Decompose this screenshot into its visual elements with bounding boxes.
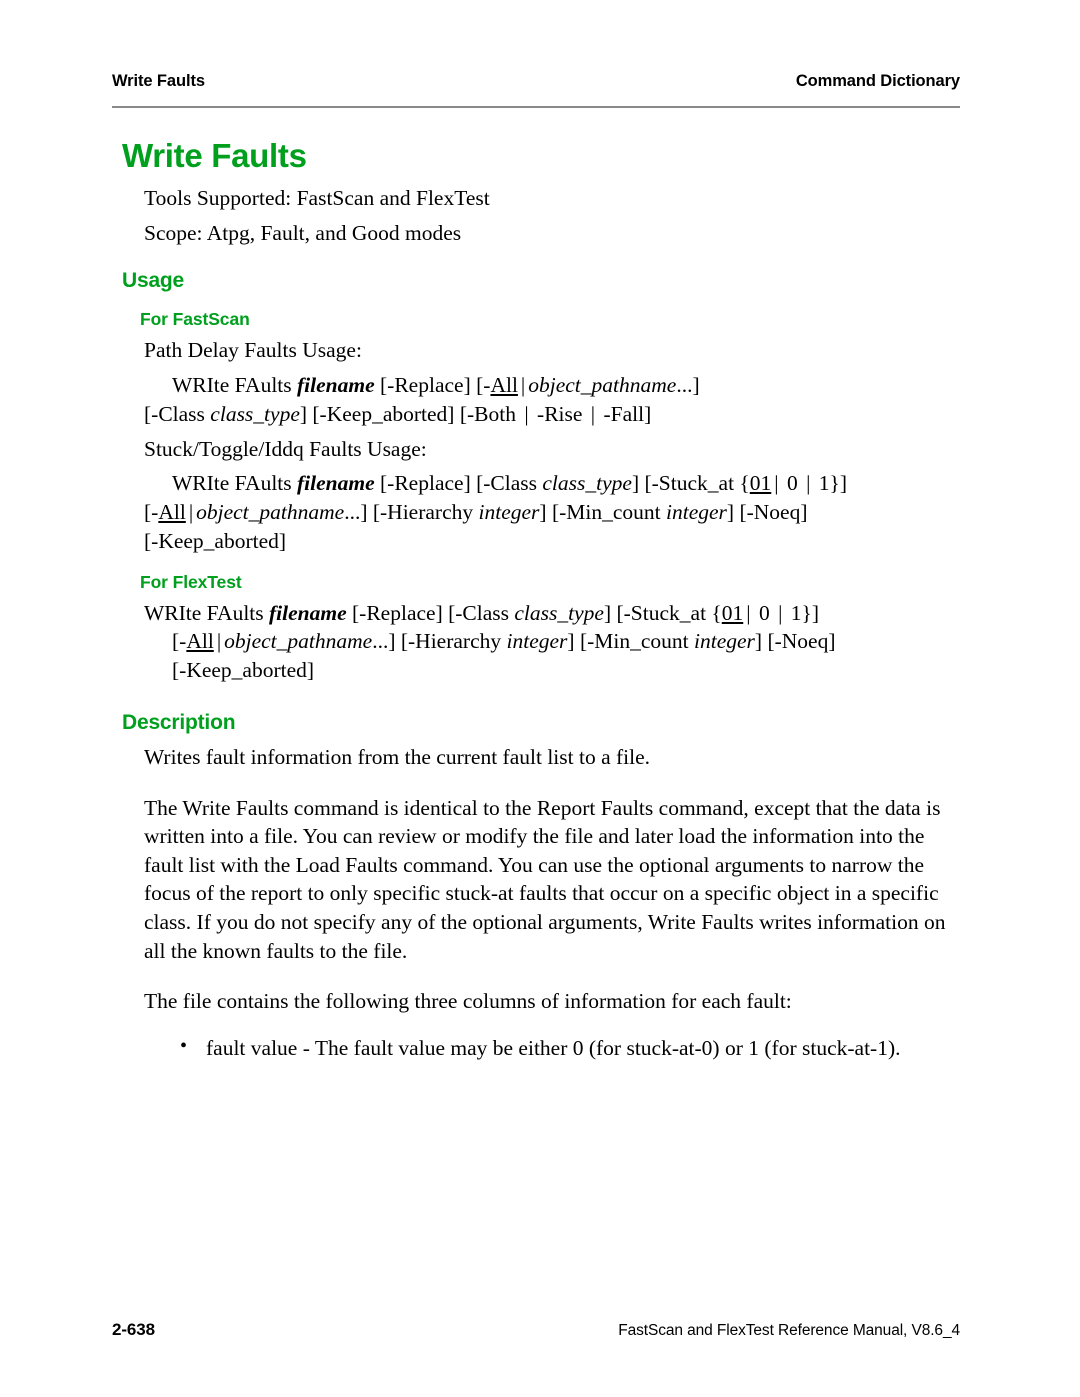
syntax-text: ...] xyxy=(676,373,700,398)
syntax-text: WRIte FAults xyxy=(172,471,298,496)
page-footer: 2-638 FastScan and FlexTest Reference Ma… xyxy=(112,1320,960,1340)
syntax-text: [- xyxy=(172,629,187,654)
syntax-text: 0 xyxy=(753,600,776,625)
syntax-default-all: All xyxy=(186,629,214,654)
header-rule xyxy=(112,106,960,108)
syntax-bar: | xyxy=(590,401,596,426)
path-delay-label: Path Delay Faults Usage: xyxy=(144,338,362,363)
syntax-text: -Rise xyxy=(531,401,588,426)
syntax-line: [-Class class_type] [-Keep_aborted] [-Bo… xyxy=(144,400,964,429)
syntax-text: ...] [-Hierarchy xyxy=(344,500,479,525)
syntax-object-pathname: object_pathname xyxy=(528,373,677,398)
syntax-default-all: All xyxy=(490,373,518,398)
syntax-filename: filename xyxy=(269,600,347,625)
syntax-bar: | xyxy=(746,600,751,625)
running-header-right: Command Dictionary xyxy=(795,72,960,90)
syntax-bar: | xyxy=(216,629,222,654)
path-delay-syntax: WRIte FAults filename [-Replace] [-All | o… xyxy=(144,371,964,429)
syntax-integer: integer xyxy=(666,500,727,525)
syntax-bar: | xyxy=(774,471,779,496)
syntax-text: ] [-Keep_aborted] [-Both xyxy=(299,401,522,426)
description-para-1: Writes fault information from the curren… xyxy=(144,745,651,770)
description-para-2: The Write Faults command is identical to… xyxy=(144,795,946,963)
syntax-text: 0 xyxy=(781,471,804,496)
description-para-3: The file contains the following three co… xyxy=(144,989,792,1014)
usage-heading: Usage xyxy=(122,269,185,293)
syntax-text: WRIte FAults xyxy=(172,373,298,398)
syntax-line: [-Keep_aborted] xyxy=(172,658,315,683)
page-title: Write Faults xyxy=(122,137,307,174)
syntax-integer: integer xyxy=(506,629,568,654)
syntax-text: 1}] xyxy=(813,471,847,496)
stuck-toggle-iddq-label: Stuck/Toggle/Iddq Faults Usage: xyxy=(144,436,427,461)
syntax-bar: | xyxy=(524,401,529,426)
syntax-object-pathname: object_pathname xyxy=(224,629,373,654)
syntax-line: WRIte FAults filename [-Replace] [-Class… xyxy=(144,469,964,498)
syntax-default-01: 01 xyxy=(721,600,744,625)
for-fastscan-heading: For FastScan xyxy=(140,309,250,330)
scope-line: Scope: Atpg, Fault, and Good modes xyxy=(144,220,462,245)
syntax-integer: integer xyxy=(478,500,540,525)
syntax-filename: filename xyxy=(297,471,375,496)
syntax-text: ] [-Noeq] xyxy=(754,629,836,654)
running-header-left: Write Faults xyxy=(112,72,205,90)
syntax-text: 1}] xyxy=(785,600,819,625)
syntax-class-type: class_type xyxy=(210,401,300,426)
syntax-text: ] [-Stuck_at { xyxy=(603,600,722,625)
content-column: Write Faults Tools Supported: FastScan a… xyxy=(112,137,964,1072)
syntax-text: ] [-Noeq] xyxy=(726,500,808,525)
footer-page-number: 2-638 xyxy=(112,1320,155,1339)
running-header: Write Faults Command Dictionary xyxy=(112,72,960,91)
syntax-default-01: 01 xyxy=(749,471,772,496)
footer-manual-title: FastScan and FlexTest Reference Manual, … xyxy=(618,1322,960,1339)
syntax-object-pathname: object_pathname xyxy=(196,500,345,525)
syntax-bar: | xyxy=(778,600,783,625)
syntax-text: [-Class xyxy=(144,401,211,426)
syntax-text: [-Replace] [- xyxy=(374,373,491,398)
syntax-text: ] [-Min_count xyxy=(567,629,695,654)
syntax-text: WRIte FAults xyxy=(144,600,270,625)
flextest-syntax: WRIte FAults filename [-Replace] [-Class… xyxy=(144,599,964,685)
syntax-integer: integer xyxy=(694,629,755,654)
syntax-text: ] [-Stuck_at { xyxy=(631,471,750,496)
for-flextest-heading: For FlexTest xyxy=(140,571,242,592)
syntax-text: -Fall] xyxy=(598,401,652,426)
syntax-line: [-Keep_aborted] xyxy=(144,528,287,553)
tools-supported-line: Tools Supported: FastScan and FlexTest xyxy=(144,186,490,211)
syntax-text: ] [-Min_count xyxy=(539,500,667,525)
syntax-default-all: All xyxy=(158,500,186,525)
stuck-faults-syntax: WRIte FAults filename [-Replace] [-Class… xyxy=(144,469,964,555)
list-item: fault value - The fault value may be eit… xyxy=(144,1033,964,1063)
description-heading: Description xyxy=(122,711,236,735)
document-page: Write Faults Command Dictionary Write Fa… xyxy=(0,0,1080,1397)
syntax-class-type: class_type xyxy=(514,600,604,625)
syntax-text: [-Replace] [-Class xyxy=(374,471,543,496)
syntax-text: [- xyxy=(144,500,159,525)
syntax-text: [-Replace] [-Class xyxy=(346,600,515,625)
syntax-class-type: class_type xyxy=(542,471,632,496)
syntax-text: ...] [-Hierarchy xyxy=(372,629,507,654)
syntax-line: [-All | object_pathname...] [-Hierarchy in… xyxy=(144,498,964,527)
syntax-bar: | xyxy=(806,471,811,496)
fault-columns-list: fault value - The fault value may be eit… xyxy=(144,1033,964,1063)
syntax-bar: | xyxy=(520,373,526,398)
syntax-filename: filename xyxy=(297,373,375,398)
syntax-bar: | xyxy=(188,500,194,525)
syntax-line: WRIte FAults filename [-Replace] [-All | o… xyxy=(144,371,964,400)
syntax-line: [-All | object_pathname...] [-Hierarchy in… xyxy=(144,627,964,656)
syntax-line: WRIte FAults filename [-Replace] [-Class… xyxy=(144,599,964,628)
